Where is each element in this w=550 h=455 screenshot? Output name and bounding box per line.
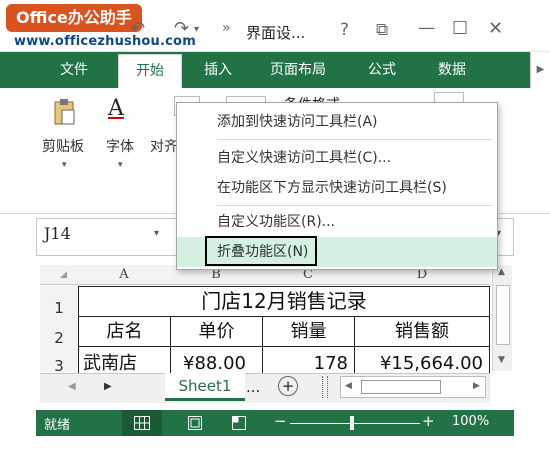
header-cell-store[interactable]: 店名 (78, 316, 171, 347)
redo-dropdown-icon[interactable]: ▾ (194, 24, 199, 35)
status-ready: 就绪 (44, 418, 71, 433)
scroll-thumb[interactable] (496, 285, 510, 345)
tab-insert[interactable]: 插入 (188, 52, 248, 88)
status-bar: 就绪 − + 100% (36, 410, 514, 436)
hscroll-thumb[interactable] (361, 380, 441, 394)
scroll-up-icon[interactable]: ▲ (498, 267, 505, 277)
hscroll-right-icon[interactable]: ▶ (473, 381, 480, 391)
data-cell-sales[interactable]: ¥15,664.00 (354, 346, 490, 374)
menu-item-customize-qat[interactable]: 自定义快速访问工具栏(C)... (177, 143, 497, 173)
name-box-dropdown-icon[interactable]: ▾ (154, 228, 159, 239)
window-title: 界面设... (246, 24, 306, 42)
paste-icon[interactable] (52, 98, 78, 128)
menu-item-show-qat-below[interactable]: 在功能区下方显示快速访问工具栏(S) (177, 173, 497, 203)
clipboard-dropdown-icon[interactable]: ▾ (62, 160, 67, 170)
data-cell-price[interactable]: ¥88.00 (170, 346, 263, 374)
font-a-icon[interactable]: A (108, 96, 124, 121)
close-button[interactable]: ✕ (488, 18, 503, 39)
tab-page-layout[interactable]: 页面布局 (258, 52, 338, 88)
menu-item-add-to-qat[interactable]: 添加到快速访问工具栏(A) (177, 107, 497, 137)
undo-icon[interactable]: ↶ (130, 18, 145, 39)
highlight-frame (205, 236, 317, 266)
tab-scroll-right-icon[interactable]: ▶ (530, 52, 550, 88)
sheet-title-cell[interactable]: 门店12月销售记录 (78, 286, 490, 317)
menu-separator (217, 139, 493, 140)
horizontal-scrollbar[interactable]: ◀ ▶ (340, 376, 486, 398)
zoom-slider-track[interactable] (290, 423, 420, 424)
menu-item-customize-ribbon[interactable]: 自定义功能区(R)... (177, 207, 497, 237)
sheet-prev-icon[interactable]: ◀ (68, 381, 76, 392)
context-menu: 添加到快速访问工具栏(A) 自定义快速访问工具栏(C)... 在功能区下方显示快… (176, 102, 498, 270)
zoom-slider-thumb[interactable] (350, 416, 354, 430)
hscroll-left-icon[interactable]: ◀ (345, 381, 352, 391)
tab-data[interactable]: 数据 (422, 52, 482, 88)
vertical-scrollbar[interactable]: ▲ ▼ (492, 265, 512, 371)
help-button[interactable]: ? (340, 20, 349, 40)
sheet-tab-sheet1[interactable]: Sheet1 (165, 373, 245, 401)
header-cell-sales[interactable]: 销售额 (354, 316, 490, 347)
tab-splitter-handle[interactable] (322, 376, 328, 398)
alignment-group-label: 对齐 (150, 139, 178, 155)
zoom-out-icon[interactable]: − (274, 412, 287, 430)
tab-home[interactable]: 开始 (118, 54, 182, 88)
row-header-1[interactable]: 1 (40, 286, 78, 317)
more-commands-icon[interactable]: » (222, 20, 231, 36)
add-sheet-button[interactable]: + (278, 376, 298, 396)
sheet-more-button[interactable]: ... (246, 378, 260, 396)
tab-file[interactable]: 文件 (44, 52, 104, 88)
watermark-url: www.officezhushou.com (14, 34, 196, 49)
zoom-in-icon[interactable]: + (422, 412, 435, 430)
row-header-3[interactable]: 3 (40, 346, 78, 375)
data-cell-quantity[interactable]: 178 (262, 346, 355, 374)
row-header-2[interactable]: 2 (40, 316, 78, 347)
menu-separator (217, 205, 493, 206)
font-group-label: 字体 (106, 139, 134, 155)
name-box[interactable]: J14 (44, 224, 71, 243)
zoom-level[interactable]: 100% (452, 414, 489, 429)
data-cell-store[interactable]: 武南店 (78, 346, 171, 374)
tab-formulas[interactable]: 公式 (352, 52, 412, 88)
header-cell-price[interactable]: 单价 (170, 316, 263, 347)
select-all-icon[interactable]: ◢ (60, 270, 67, 280)
page-layout-view-icon[interactable] (188, 416, 202, 430)
redo-icon[interactable]: ↷ (174, 18, 189, 39)
grid-view-icon (134, 416, 150, 430)
page-break-view-icon[interactable] (232, 416, 246, 430)
column-header-a[interactable]: A (78, 265, 170, 285)
scroll-down-icon[interactable]: ▼ (498, 355, 505, 365)
sheet-next-icon[interactable]: ▶ (104, 381, 112, 392)
font-dropdown-icon[interactable]: ▾ (118, 160, 123, 170)
header-cell-quantity[interactable]: 销量 (262, 316, 355, 347)
normal-view-button[interactable] (122, 410, 162, 436)
minimize-button[interactable]: — (418, 18, 435, 38)
brand-logo: Office办公助手 (6, 4, 142, 32)
clipboard-group-label: 剪贴板 (42, 139, 84, 155)
maximize-button[interactable]: ☐ (452, 18, 468, 39)
ribbon-display-button[interactable]: ⧉ (376, 20, 388, 40)
ribbon-tabs: 文件 开始 插入 页面布局 公式 数据 (0, 52, 550, 88)
